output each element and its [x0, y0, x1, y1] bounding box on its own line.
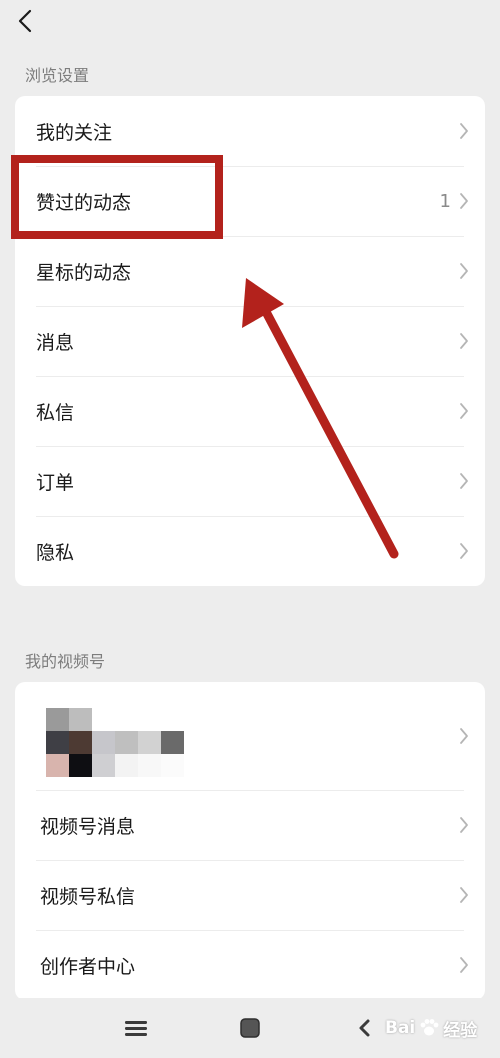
row-liked-moments[interactable]: 赞过的动态 1 [15, 166, 485, 236]
row-following[interactable]: 我的关注 [15, 96, 485, 166]
browse-settings-card: 我的关注 赞过的动态 1 星标的动态 消息 私信 订单 隐私 [15, 96, 485, 586]
row-starred-moments[interactable]: 星标的动态 [15, 236, 485, 306]
back-button[interactable] [10, 4, 40, 38]
row-private-messages[interactable]: 私信 [15, 376, 485, 446]
row-label: 创作者中心 [40, 955, 136, 978]
avatar [46, 696, 196, 777]
row-label: 视频号消息 [40, 815, 136, 838]
home-square-icon [240, 1018, 260, 1038]
nav-back-icon [359, 1019, 370, 1037]
chevron-right-icon [460, 333, 468, 349]
chevron-right-icon [460, 887, 468, 903]
chevron-right-icon [460, 817, 468, 833]
row-messages[interactable]: 消息 [15, 306, 485, 376]
chevron-right-icon [460, 263, 468, 279]
row-label: 订单 [36, 471, 75, 494]
count-badge: 1 [439, 190, 451, 212]
row-channel-private-messages[interactable]: 视频号私信 [15, 860, 485, 930]
channels-card: 视频号消息 视频号私信 创作者中心 [15, 682, 485, 1000]
row-channel-messages[interactable]: 视频号消息 [15, 790, 485, 860]
row-label: 视频号私信 [40, 885, 136, 908]
chevron-right-icon [460, 193, 468, 209]
row-label: 星标的动态 [36, 261, 132, 284]
section-title-channels: 我的视频号 [25, 652, 106, 671]
chevron-right-icon [460, 543, 468, 559]
chevron-right-icon [460, 473, 468, 489]
row-orders[interactable]: 订单 [15, 446, 485, 516]
row-label: 消息 [36, 331, 75, 354]
menu-icon [125, 1021, 147, 1036]
channel-profile-row[interactable] [15, 682, 485, 790]
row-label: 隐私 [36, 541, 75, 564]
menu-button[interactable] [124, 1018, 148, 1038]
row-label: 我的关注 [36, 121, 113, 144]
row-label: 私信 [36, 401, 75, 424]
row-privacy[interactable]: 隐私 [15, 516, 485, 586]
chevron-right-icon [460, 728, 468, 744]
nav-back-button[interactable] [356, 1018, 372, 1038]
chevron-right-icon [460, 403, 468, 419]
paw-icon [420, 1019, 439, 1036]
chevron-right-icon [460, 123, 468, 139]
section-title-browse: 浏览设置 [25, 66, 90, 85]
back-chevron-icon [18, 9, 32, 33]
home-button[interactable] [239, 1017, 261, 1039]
chevron-right-icon [460, 957, 468, 973]
baidu-watermark: Bai 经验 [385, 1018, 478, 1041]
row-label: 赞过的动态 [36, 191, 132, 214]
row-creator-center[interactable]: 创作者中心 [15, 930, 485, 1000]
